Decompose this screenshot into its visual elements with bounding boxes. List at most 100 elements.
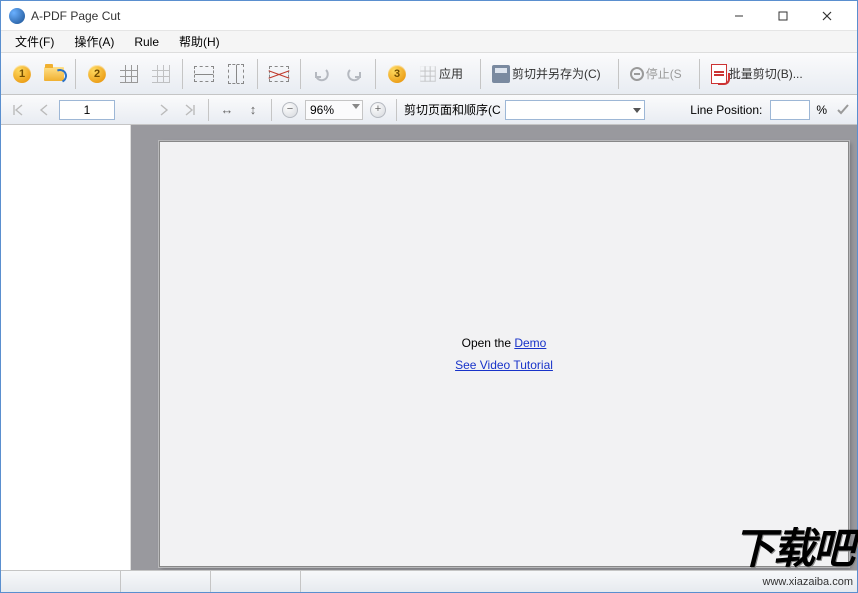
apply-grid-icon [420, 66, 435, 81]
cut-save-button[interactable]: 剪切并另存为(C) [487, 59, 612, 89]
pdf-batch-icon [711, 64, 727, 84]
prev-page-icon [39, 104, 49, 116]
batch-label: 批量剪切(B)... [727, 65, 809, 82]
window-title: A-PDF Page Cut [31, 9, 717, 23]
open-prefix-text: Open the [462, 336, 515, 350]
confirm-position-button[interactable] [835, 102, 851, 118]
chevron-down-icon [352, 104, 360, 109]
content-area: Open the Demo See Video Tutorial [1, 125, 857, 570]
zoom-in-icon: + [370, 102, 386, 118]
document-page: Open the Demo See Video Tutorial [159, 141, 849, 567]
status-cell [121, 571, 211, 592]
zoom-combo[interactable]: 96% [305, 100, 363, 120]
step-3-badge[interactable]: 3 [382, 59, 412, 89]
first-page-icon [12, 104, 24, 116]
open-demo-row: Open the Demo [462, 336, 547, 350]
stop-icon [630, 67, 644, 81]
save-icon [492, 65, 510, 83]
menubar: 文件(F) 操作(A) Rule 帮助(H) [1, 31, 857, 53]
menu-operate[interactable]: 操作(A) [64, 31, 124, 52]
navigation-toolbar: ↔ ↕ − 96% + 剪切页面和顺序(C Line Position: % [1, 95, 857, 125]
delete-cut-icon [269, 66, 289, 82]
apply-label: 应用 [437, 65, 469, 82]
close-icon [822, 11, 832, 21]
cut-sequence-combo[interactable] [505, 100, 645, 120]
app-window: A-PDF Page Cut 文件(F) 操作(A) Rule 帮助(H) 1 … [0, 0, 858, 593]
stop-button: 停止(S [625, 59, 693, 89]
toolbar-separator [257, 59, 258, 89]
last-page-icon [184, 104, 196, 116]
fit-height-icon: ↕ [243, 102, 263, 118]
menu-file[interactable]: 文件(F) [5, 31, 64, 52]
app-icon [9, 8, 25, 24]
canvas-area[interactable]: Open the Demo See Video Tutorial [131, 125, 857, 570]
titlebar: A-PDF Page Cut [1, 1, 857, 31]
last-page-button[interactable] [179, 99, 201, 121]
cut-sequence-label: 剪切页面和顺序(C [404, 101, 501, 118]
fit-width-icon: ↔ [217, 102, 237, 118]
zoom-value: 96% [310, 103, 334, 117]
next-page-button[interactable] [153, 99, 175, 121]
undo-button[interactable] [307, 59, 337, 89]
zoom-out-icon: − [282, 102, 298, 118]
menu-help[interactable]: 帮助(H) [169, 31, 230, 52]
toolbar-separator [699, 59, 700, 89]
step-1-badge[interactable]: 1 [7, 59, 37, 89]
statusbar [1, 570, 857, 592]
step-2-badge[interactable]: 2 [82, 59, 112, 89]
undo-icon [312, 66, 332, 82]
delete-cut-button[interactable] [264, 59, 294, 89]
grid-button[interactable] [114, 59, 144, 89]
prev-page-button[interactable] [33, 99, 55, 121]
next-page-icon [159, 104, 169, 116]
zoom-in-button[interactable]: + [367, 99, 389, 121]
toolbar-separator [618, 59, 619, 89]
cut-save-label: 剪切并另存为(C) [510, 65, 607, 82]
minimize-icon [734, 11, 744, 21]
grid-dashed-icon [152, 65, 170, 83]
cut-horizontal-button[interactable] [189, 59, 219, 89]
percent-label: % [814, 103, 831, 117]
toolbar-separator [480, 59, 481, 89]
badge-1-icon: 1 [13, 65, 31, 83]
status-cell [211, 571, 301, 592]
close-button[interactable] [805, 2, 849, 30]
main-toolbar: 1 2 3 应用 剪切并另存为(C) 停止(S [1, 53, 857, 95]
toolbar-separator [300, 59, 301, 89]
thumbnail-panel[interactable] [1, 125, 131, 570]
nav-separator [396, 99, 397, 121]
status-cell [1, 571, 121, 592]
grid-icon [120, 65, 138, 83]
menu-rule[interactable]: Rule [124, 33, 169, 51]
batch-cut-button[interactable]: 批量剪切(B)... [706, 59, 814, 89]
apply-button[interactable]: 应用 [414, 59, 474, 89]
minimize-button[interactable] [717, 2, 761, 30]
badge-2-icon: 2 [88, 65, 106, 83]
page-number-input[interactable] [59, 100, 115, 120]
fit-height-button[interactable]: ↕ [242, 99, 264, 121]
check-icon [836, 103, 850, 117]
maximize-icon [778, 11, 788, 21]
first-page-button[interactable] [7, 99, 29, 121]
redo-button[interactable] [339, 59, 369, 89]
cut-vertical-button[interactable] [221, 59, 251, 89]
toolbar-separator [75, 59, 76, 89]
window-controls [717, 2, 849, 30]
badge-3-icon: 3 [388, 65, 406, 83]
tutorial-link[interactable]: See Video Tutorial [455, 358, 553, 372]
fit-width-button[interactable]: ↔ [216, 99, 238, 121]
demo-link[interactable]: Demo [514, 336, 546, 350]
line-position-label: Line Position: [690, 103, 766, 117]
maximize-button[interactable] [761, 2, 805, 30]
cut-vertical-icon [228, 64, 244, 84]
zoom-out-button[interactable]: − [279, 99, 301, 121]
toolbar-separator [182, 59, 183, 89]
folder-open-icon [44, 67, 64, 81]
chevron-down-icon [633, 108, 641, 113]
line-position-input[interactable] [770, 100, 810, 120]
cut-horizontal-icon [194, 66, 214, 82]
open-file-button[interactable] [39, 59, 69, 89]
status-cell [301, 571, 857, 592]
grid-dashed-button[interactable] [146, 59, 176, 89]
tutorial-row: See Video Tutorial [455, 358, 553, 372]
